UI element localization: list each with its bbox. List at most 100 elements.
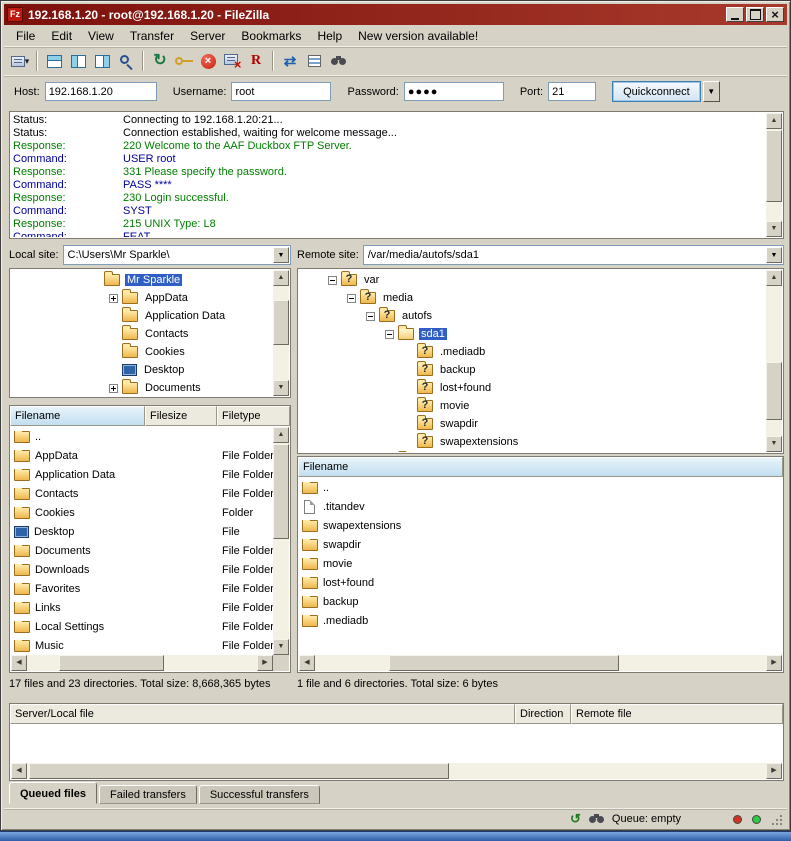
remote-tree-item[interactable]: .mediadb [300,343,765,361]
scroll-right-button[interactable] [766,655,782,671]
username-input[interactable] [231,82,331,101]
local-file-row[interactable]: Application DataFile Folder [11,465,273,484]
tab-successful-transfers[interactable]: Successful transfers [199,785,320,804]
local-tree-item[interactable]: Documents [12,379,272,396]
local-file-row[interactable]: Local SettingsFile Folder [11,617,273,636]
scroll-thumb[interactable] [273,444,289,539]
password-input[interactable] [404,82,504,101]
scroll-up-button[interactable] [766,113,782,129]
remote-file-row[interactable]: movie [299,554,782,573]
local-tree-item[interactable]: Desktop [12,361,272,379]
scroll-up-button[interactable] [273,270,289,286]
local-site-combo[interactable]: C:\Users\Mr Sparkle\ [63,245,291,265]
menu-item-edit[interactable]: Edit [43,27,80,45]
local-tree-item[interactable]: AppData [12,289,272,307]
remote-file-row[interactable]: swapextensions [299,516,782,535]
local-tree-item[interactable]: Cookies [12,343,272,361]
scroll-right-button[interactable] [766,763,782,779]
scroll-right-button[interactable] [257,655,273,671]
toggle-queue-button[interactable] [114,49,138,73]
local-file-row[interactable]: LinksFile Folder [11,598,273,617]
collapse-icon[interactable] [328,276,337,285]
scroll-up-button[interactable] [766,270,782,286]
menu-item-server[interactable]: Server [182,27,233,45]
site-manager-button[interactable] [8,49,32,73]
local-file-row[interactable]: FavoritesFile Folder [11,579,273,598]
local-file-row[interactable]: .. [11,427,273,446]
local-file-row[interactable]: DocumentsFile Folder [11,541,273,560]
local-file-row[interactable]: ContactsFile Folder [11,484,273,503]
remote-file-row[interactable]: backup [299,592,782,611]
local-tree-item[interactable]: Contacts [12,325,272,343]
reconnect-button[interactable] [244,49,268,73]
column-filename[interactable]: Filename [298,457,783,477]
scroll-left-button[interactable] [11,763,27,779]
menu-item-transfer[interactable]: Transfer [122,27,182,45]
combo-dropdown-button[interactable] [273,247,289,263]
column-direction[interactable]: Direction [515,704,571,724]
tab-queued-files[interactable]: Queued files [9,782,97,804]
scroll-down-button[interactable] [766,436,782,452]
remote-file-row[interactable]: lost+found [299,573,782,592]
local-list-horizontal-scrollbar[interactable] [11,655,273,671]
local-tree-item[interactable]: Mr Sparkle [12,271,272,289]
remote-tree-item[interactable]: swapdir [300,415,765,433]
local-file-row[interactable]: DownloadsFile Folder [11,560,273,579]
local-file-row[interactable]: AppDataFile Folder [11,446,273,465]
find-files-button[interactable] [326,49,350,73]
scroll-left-button[interactable] [299,655,315,671]
minimize-button[interactable] [726,7,744,22]
expand-icon[interactable] [109,294,118,303]
remote-tree-item[interactable]: media [300,289,765,307]
refresh-button[interactable] [148,49,172,73]
queue-list-area[interactable] [11,725,782,763]
combo-dropdown-button[interactable] [766,247,782,263]
column-server-local-file[interactable]: Server/Local file [10,704,515,724]
quickconnect-button[interactable]: Quickconnect [612,81,701,102]
scroll-thumb[interactable] [273,300,289,345]
column-filename[interactable]: Filename [10,406,145,426]
queue-horizontal-scrollbar[interactable] [11,763,782,779]
tab-failed-transfers[interactable]: Failed transfers [99,785,197,804]
synchronized-browsing-button[interactable] [302,49,326,73]
local-tree-scrollbar[interactable] [273,270,289,396]
scroll-thumb[interactable] [389,655,619,671]
column-filesize[interactable]: Filesize [145,406,217,426]
local-file-row[interactable]: DesktopFile [11,522,273,541]
toggle-message-log-button[interactable] [42,49,66,73]
scroll-down-button[interactable] [273,380,289,396]
menu-item-help[interactable]: Help [309,27,350,45]
scroll-thumb[interactable] [766,362,782,420]
local-list-vertical-scrollbar[interactable] [273,427,289,655]
remote-tree-item[interactable]: sda1 [300,325,765,343]
resize-grip[interactable] [769,812,783,826]
close-button[interactable] [766,7,784,22]
remote-tree-scrollbar[interactable] [766,270,782,452]
remote-tree-item[interactable]: swapextensions [300,433,765,451]
collapse-icon[interactable] [347,294,356,303]
cancel-button[interactable] [196,49,220,73]
scroll-thumb[interactable] [766,130,782,202]
remote-tree-item[interactable]: var [300,271,765,289]
scroll-down-button[interactable] [766,221,782,237]
menu-item-new-version[interactable]: New version available! [350,27,486,45]
remote-list-horizontal-scrollbar[interactable] [299,655,782,671]
scroll-down-button[interactable] [273,639,289,655]
scroll-thumb[interactable] [29,763,449,779]
disconnect-button[interactable] [220,49,244,73]
scroll-left-button[interactable] [11,655,27,671]
remote-tree-item[interactable]: dvd [300,451,765,452]
column-filetype[interactable]: Filetype [217,406,290,426]
quickconnect-dropdown-button[interactable]: ▼ [703,81,720,102]
local-file-row[interactable]: CookiesFolder [11,503,273,522]
log-vertical-scrollbar[interactable] [766,113,782,237]
menu-item-view[interactable]: View [80,27,122,45]
remote-tree-item[interactable]: autofs [300,307,765,325]
remote-file-row[interactable]: .mediadb [299,611,782,630]
remote-site-combo[interactable]: /var/media/autofs/sda1 [363,245,784,265]
host-input[interactable] [45,82,157,101]
collapse-icon[interactable] [385,330,394,339]
scroll-up-button[interactable] [273,427,289,443]
toggle-local-tree-button[interactable] [66,49,90,73]
compare-directories-button[interactable] [278,49,302,73]
